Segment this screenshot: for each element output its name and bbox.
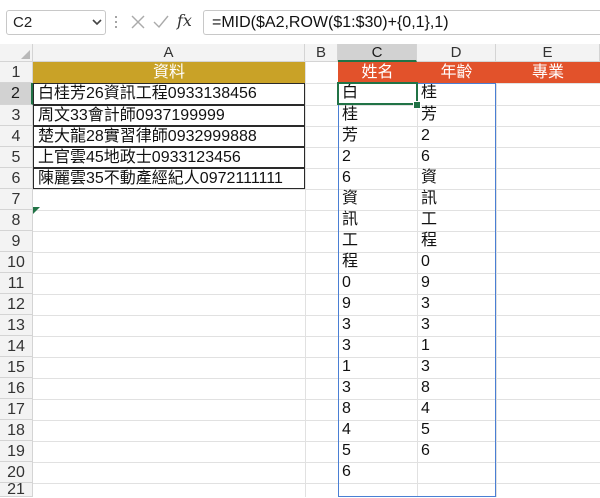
formula-text: =MID($A2,ROW($1:$30)+{0,1},1) <box>212 14 449 31</box>
cell[interactable]: 周文33會計師0937199999 <box>33 105 305 126</box>
grid-line <box>33 462 600 463</box>
cell[interactable]: 楚大龍28實習律師0932999888 <box>33 126 305 147</box>
cell[interactable]: 陳麗雲35不動產經紀人0972111111 <box>33 168 305 189</box>
column-header-a[interactable]: A <box>33 44 305 62</box>
row-header[interactable]: 7 <box>0 189 33 210</box>
column-header-d[interactable]: D <box>417 44 496 62</box>
row-header[interactable]: 13 <box>0 315 33 336</box>
cancel-icon[interactable] <box>128 12 148 32</box>
grid-line <box>33 357 600 358</box>
fill-handle[interactable] <box>413 101 421 109</box>
cell-e1[interactable]: 專業 <box>496 62 600 83</box>
grid-line <box>33 189 600 190</box>
grid-line <box>33 252 600 253</box>
row-header[interactable]: 10 <box>0 252 33 273</box>
chevron-down-icon[interactable] <box>91 16 103 28</box>
active-cell-c2[interactable] <box>337 82 418 105</box>
grid-line <box>33 420 600 421</box>
row-header[interactable]: 9 <box>0 231 33 252</box>
grid-line <box>33 294 600 295</box>
grid-line <box>33 231 600 232</box>
row-header[interactable]: 2 <box>0 83 33 105</box>
row-header[interactable]: 5 <box>0 147 33 168</box>
row-header[interactable]: 3 <box>0 105 33 126</box>
grid-line <box>33 378 600 379</box>
row-header[interactable]: 17 <box>0 399 33 420</box>
row-header[interactable]: 19 <box>0 441 33 462</box>
spreadsheet-grid: A B C D E 1 2 3 4 5 6 7 8 9 10 11 12 13 14 15 16 17 18 19 2… <box>0 44 600 498</box>
row-header[interactable]: 20 <box>0 462 33 483</box>
grid-line <box>496 62 497 497</box>
formula-input[interactable]: =MID($A2,ROW($1:$30)+{0,1},1) <box>203 10 600 35</box>
row-header[interactable]: 21 <box>0 482 33 498</box>
formula-bar-grip-icon <box>115 16 117 28</box>
cell-d1[interactable]: 年齡 <box>417 62 496 83</box>
grid-line <box>33 210 600 211</box>
grid-line <box>33 336 600 337</box>
cell-a1[interactable]: 資料 <box>33 62 305 83</box>
spill-range-border <box>338 83 496 497</box>
enter-check-icon[interactable] <box>151 12 171 32</box>
grid-line <box>33 315 600 316</box>
grid-line <box>33 273 600 274</box>
row-header[interactable]: 16 <box>0 378 33 399</box>
row-header[interactable]: 6 <box>0 168 33 189</box>
column-header-e[interactable]: E <box>496 44 600 62</box>
row-header[interactable]: 14 <box>0 336 33 357</box>
grid-line <box>33 399 600 400</box>
column-header-b[interactable]: B <box>305 44 338 62</box>
cell-c1[interactable]: 姓名 <box>338 62 417 83</box>
name-box-value: C2 <box>13 14 33 31</box>
row-header[interactable]: 1 <box>0 62 33 83</box>
row-header[interactable]: 8 <box>0 210 33 231</box>
row-header[interactable]: 12 <box>0 294 33 315</box>
row-header[interactable]: 18 <box>0 420 33 441</box>
cell[interactable]: 上官雲45地政士0933123456 <box>33 147 305 168</box>
cell[interactable]: 白桂芳26資訊工程0933138456 <box>33 83 305 105</box>
grid-line <box>33 483 600 484</box>
insert-function-icon[interactable]: fx <box>177 11 197 31</box>
row-header[interactable]: 11 <box>0 273 33 294</box>
row-header[interactable]: 4 <box>0 126 33 147</box>
grid-line <box>33 441 600 442</box>
error-indicator-icon <box>33 207 40 214</box>
formula-bar: C2 fx =MID($A2,ROW($1:$30)+{0,1},1) <box>0 0 600 44</box>
row-header[interactable]: 15 <box>0 357 33 378</box>
column-header-c[interactable]: C <box>338 44 417 62</box>
select-all-corner[interactable] <box>0 44 33 62</box>
grid-line <box>305 62 306 497</box>
name-box[interactable]: C2 <box>6 10 106 35</box>
